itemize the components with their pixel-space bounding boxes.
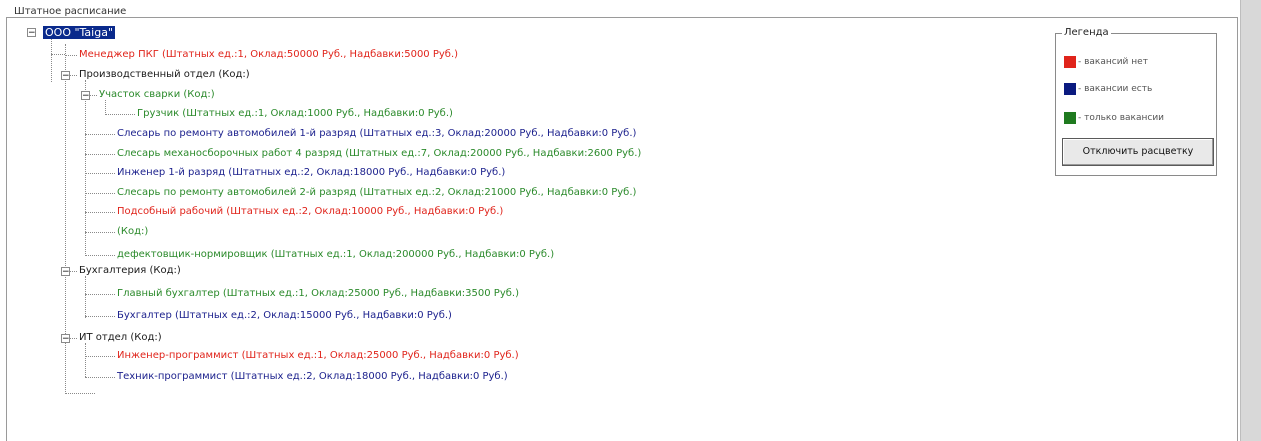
tree-collapse-toggle-production[interactable]: − (61, 71, 70, 81)
tree-node-accounting[interactable]: Бухгалтерия (Код:) (79, 265, 181, 277)
tree-line (85, 212, 115, 213)
tree-node-empty-code[interactable]: (Код:) (117, 226, 148, 238)
tree-line (85, 343, 86, 377)
tree-node-position[interactable]: Слесарь по ремонту автомобилей 2-й разря… (117, 187, 636, 199)
tree-line (85, 232, 115, 233)
disable-coloring-button[interactable]: Отключить расцветку (1062, 138, 1214, 166)
tree-line (105, 114, 135, 115)
tree-line (65, 55, 77, 56)
tree-node-position[interactable]: Инженер-программист (Штатных ед.:1, Окла… (117, 350, 519, 362)
tree-line (85, 134, 115, 135)
tree-node-position[interactable]: Инженер 1-й разряд (Штатных ед.:2, Оклад… (117, 167, 505, 179)
tree-collapse-toggle-root[interactable]: − (27, 28, 36, 38)
tree-line (85, 173, 115, 174)
legend-swatch-blue (1064, 83, 1076, 95)
tree-line (85, 193, 115, 194)
legend-item-no-vacancies: - вакансий нет (1064, 56, 1148, 70)
legend-box: Легенда - вакансий нет - вакансии есть -… (1055, 27, 1217, 176)
window-scrollbar[interactable] (1240, 0, 1261, 441)
tree-line (85, 154, 115, 155)
tree-node-position[interactable]: Техник-программист (Штатных ед.:2, Оклад… (117, 371, 508, 383)
tree-line (51, 54, 65, 55)
tree-node-position[interactable]: дефектовщик-нормировщик (Штатных ед.:1, … (117, 249, 554, 261)
tree-line (85, 356, 115, 357)
tree-line (85, 80, 86, 256)
tree-node-manager[interactable]: Менеджер ПКГ (Штатных ед.:1, Оклад:50000… (79, 49, 458, 61)
tree-line (85, 316, 115, 317)
legend-item-has-vacancies: - вакансии есть (1064, 83, 1152, 97)
tree-line (65, 393, 95, 394)
tree-line (85, 255, 115, 256)
tree-node-root-label: ООО "Taiga" (43, 26, 116, 39)
tree-line (85, 276, 86, 318)
tree-line (85, 377, 115, 378)
legend-swatch-red (1064, 56, 1076, 68)
tree-node-welding[interactable]: Участок сварки (Код:) (99, 89, 215, 101)
tree-node-loader[interactable]: Грузчик (Штатных ед.:1, Оклад:1000 Руб.,… (137, 108, 453, 120)
tree-collapse-toggle-it[interactable]: − (61, 334, 70, 344)
tree-node-production[interactable]: Производственный отдел (Код:) (79, 69, 250, 81)
tree-node-position[interactable]: Слесарь механосборочных работ 4 разряд (… (117, 148, 641, 160)
tree-node-root[interactable]: ООО "Taiga" (43, 26, 116, 39)
tree-collapse-toggle-accounting[interactable]: − (61, 267, 70, 277)
tree-node-position[interactable]: Подсобный рабочий (Штатных ед.:2, Оклад:… (117, 206, 503, 218)
tree-node-position[interactable]: Главный бухгалтер (Штатных ед.:1, Оклад:… (117, 288, 519, 300)
legend-swatch-green (1064, 112, 1076, 124)
panel-caption: Штатное расписание (14, 6, 127, 17)
legend-item-only-vacancies: - только вакансии (1064, 112, 1164, 126)
tree-collapse-toggle-welding[interactable]: − (81, 91, 90, 101)
tree-line (105, 100, 106, 115)
tree-line (51, 38, 52, 82)
staff-schedule-panel: − − − − − ООО "Taiga" Менеджер ПКГ (Штат… (6, 17, 1238, 441)
tree-node-it[interactable]: ИТ отдел (Код:) (79, 332, 162, 344)
tree-node-position[interactable]: Слесарь по ремонту автомобилей 1-й разря… (117, 128, 636, 140)
legend-title: Легенда (1062, 27, 1111, 38)
tree-node-position[interactable]: Бухгалтер (Штатных ед.:2, Оклад:15000 Ру… (117, 310, 452, 322)
tree-line (85, 294, 115, 295)
